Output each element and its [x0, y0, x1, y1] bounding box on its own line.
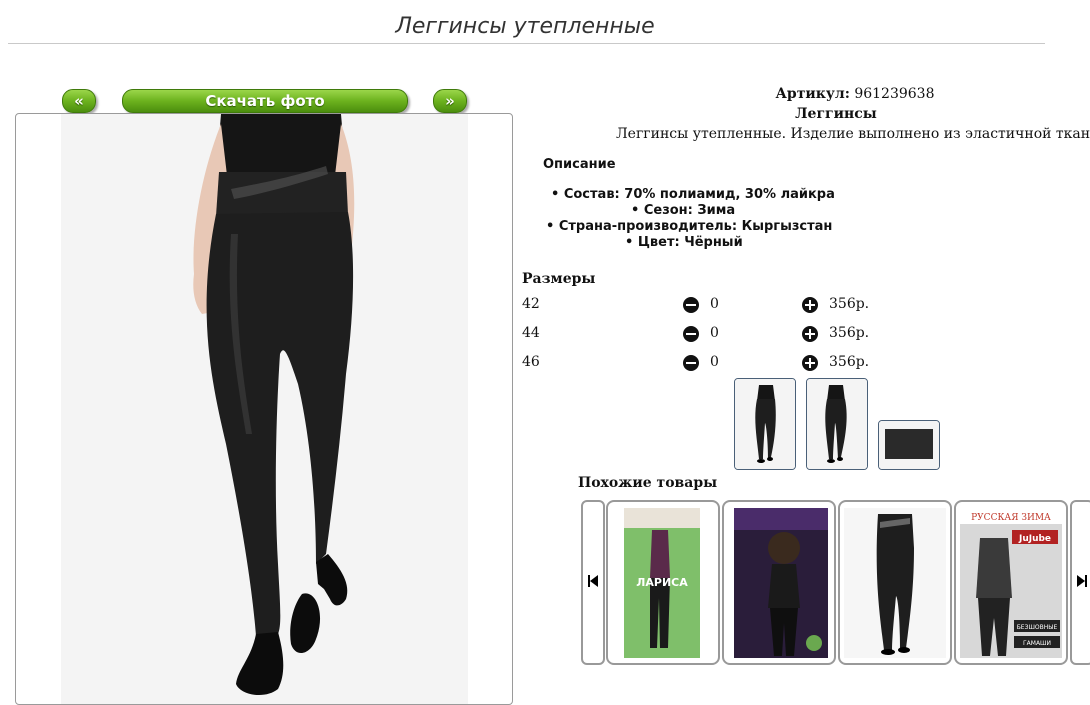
- page-title: Леггинсы утепленные: [395, 14, 655, 39]
- size-quantity: 0: [710, 296, 719, 312]
- size-price: 356р.: [829, 325, 870, 341]
- article-label: Артикул:: [775, 86, 850, 102]
- similar-products-heading: Похожие товары: [578, 475, 718, 491]
- similar-product-2[interactable]: [722, 500, 836, 665]
- product-short-description: Леггинсы утепленные. Изделие выполнено и…: [616, 126, 1090, 142]
- feature-season: • Сезон: Зима: [631, 203, 736, 218]
- size-row: 44 0 356р.: [522, 325, 922, 345]
- plus-circle-icon[interactable]: [802, 326, 818, 342]
- article-value: 961239638: [854, 86, 935, 102]
- sizes-heading: Размеры: [522, 271, 596, 287]
- minus-circle-icon[interactable]: [683, 297, 699, 313]
- article-line: Артикул: 961239638: [520, 86, 1090, 102]
- size-row: 42 0 356р.: [522, 296, 922, 316]
- size-price: 356р.: [829, 354, 870, 370]
- feature-composition: • Состав: 70% полиамид, 30% лайкра: [551, 187, 835, 202]
- plus-circle-icon[interactable]: [802, 355, 818, 371]
- skip-forward-icon: [1077, 575, 1087, 587]
- description-heading: Описание: [543, 157, 616, 172]
- size-price: 356р.: [829, 296, 870, 312]
- size-label: 44: [522, 325, 540, 341]
- skip-back-icon: [588, 575, 598, 587]
- similar-product-image-4: РУССКАЯ ЗИМА JuJube БЕЗШОВНЫЕ ГАМАШИ: [960, 508, 1062, 658]
- similar-product-image-3: [844, 508, 946, 658]
- similar-product-image-text: РУССКАЯ ЗИМА: [971, 513, 1051, 523]
- similar-product-image-brand: JuJube: [1018, 534, 1051, 544]
- photo-thumbnail-2[interactable]: [806, 378, 868, 470]
- carousel-next-button[interactable]: [1070, 500, 1090, 665]
- photo-thumbnail-1[interactable]: [734, 378, 796, 470]
- size-quantity: 0: [710, 354, 719, 370]
- similar-product-4[interactable]: РУССКАЯ ЗИМА JuJube БЕЗШОВНЫЕ ГАМАШИ: [954, 500, 1068, 665]
- photo-thumbnail-3[interactable]: [878, 420, 940, 470]
- product-name: Леггинсы: [795, 106, 877, 122]
- size-label: 46: [522, 354, 540, 370]
- size-label: 42: [522, 296, 540, 312]
- size-quantity: 0: [710, 325, 719, 341]
- title-divider: [8, 43, 1045, 44]
- minus-circle-icon[interactable]: [683, 355, 699, 371]
- feature-color: • Цвет: Чёрный: [625, 235, 743, 250]
- minus-circle-icon[interactable]: [683, 326, 699, 342]
- similar-product-image-text: ЛАРИСА: [636, 576, 688, 589]
- plus-circle-icon[interactable]: [802, 297, 818, 313]
- previous-photo-button[interactable]: «: [62, 89, 96, 113]
- similar-product-1[interactable]: ЛАРИСА: [606, 500, 720, 665]
- similar-product-image-1: ЛАРИСА: [624, 508, 700, 658]
- similar-product-image-label: ГАМАШИ: [1023, 640, 1051, 647]
- similar-product-image-2: [734, 508, 828, 658]
- feature-country: • Страна-производитель: Кыргызстан: [546, 219, 833, 234]
- similar-product-image-label: БЕЗШОВНЫЕ: [1017, 624, 1058, 631]
- carousel-prev-button[interactable]: [581, 500, 605, 665]
- next-photo-button[interactable]: »: [433, 89, 467, 113]
- main-product-photo: [193, 114, 355, 696]
- download-photo-button[interactable]: Скачать фото: [122, 89, 408, 113]
- size-row: 46 0 356р.: [522, 354, 922, 374]
- main-photo-frame: [15, 113, 513, 705]
- similar-product-3[interactable]: [838, 500, 952, 665]
